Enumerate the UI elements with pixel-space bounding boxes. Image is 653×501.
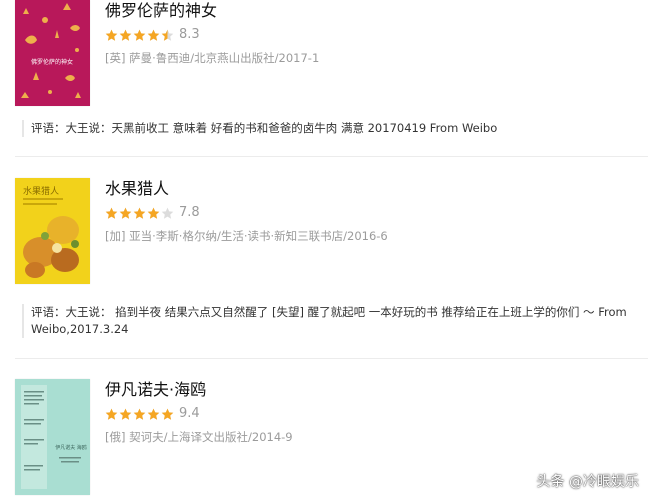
cover-art: 伊凡诺夫 海鸥 [15, 379, 90, 495]
star-icon [161, 408, 174, 421]
book-comment: 评语：大王说： 掐到半夜 结果六点又自然醒了 [失望] 醒了就起吧 一本好玩的书… [22, 304, 636, 338]
cover-title: 水果猎人 [23, 185, 59, 197]
star-icon [161, 207, 174, 220]
star-icon [133, 29, 146, 42]
star-icon [105, 408, 118, 421]
book-cover-image[interactable]: 水果猎人 [15, 178, 90, 284]
star-icon [105, 207, 118, 220]
star-icon [119, 207, 132, 220]
star-rating [105, 207, 175, 220]
star-icon [119, 29, 132, 42]
book-title[interactable]: 水果猎人 [105, 179, 169, 199]
book-cover-image[interactable]: 佛罗伦萨的神女 [15, 0, 90, 106]
star-icon [161, 29, 174, 42]
book-meta: [英] 萨曼·鲁西迪/北京燕山出版社/2017-1 [105, 51, 320, 65]
book-title[interactable]: 佛罗伦萨的神女 [105, 1, 217, 21]
rating-score: 8.3 [179, 27, 200, 42]
book-meta: [加] 亚当·李斯·格尔纳/生活·读书·新知三联书店/2016-6 [105, 229, 388, 243]
star-icon [147, 29, 160, 42]
cover-art: 佛罗伦萨的神女 [15, 0, 90, 106]
watermark: 头条 @冷眼娱乐 [536, 474, 639, 490]
star-rating [105, 408, 175, 421]
book-comment: 评语：大王说：天黑前收工 意味着 好看的书和爸爸的卤牛肉 满意 20170419… [22, 120, 636, 137]
book-cover-image[interactable]: 伊凡诺夫 海鸥 [15, 379, 90, 495]
star-icon [133, 408, 146, 421]
rating: 8.3 [105, 27, 200, 43]
rating-score: 7.8 [179, 205, 200, 220]
star-icon [147, 408, 160, 421]
star-icon [105, 29, 118, 42]
divider [15, 358, 648, 359]
book-meta: [俄] 契诃夫/上海译文出版社/2014-9 [105, 430, 293, 444]
rating-score: 9.4 [179, 406, 200, 421]
star-icon [133, 207, 146, 220]
rating: 7.8 [105, 205, 200, 221]
divider [15, 156, 648, 157]
cover-title: 佛罗伦萨的神女 [31, 58, 73, 66]
star-icon [147, 207, 160, 220]
book-title[interactable]: 伊凡诺夫·海鸥 [105, 380, 206, 400]
cover-title: 伊凡诺夫 海鸥 [55, 444, 87, 451]
cover-art: 水果猎人 [15, 178, 90, 284]
star-icon [119, 408, 132, 421]
rating: 9.4 [105, 406, 200, 422]
star-rating [105, 29, 175, 42]
